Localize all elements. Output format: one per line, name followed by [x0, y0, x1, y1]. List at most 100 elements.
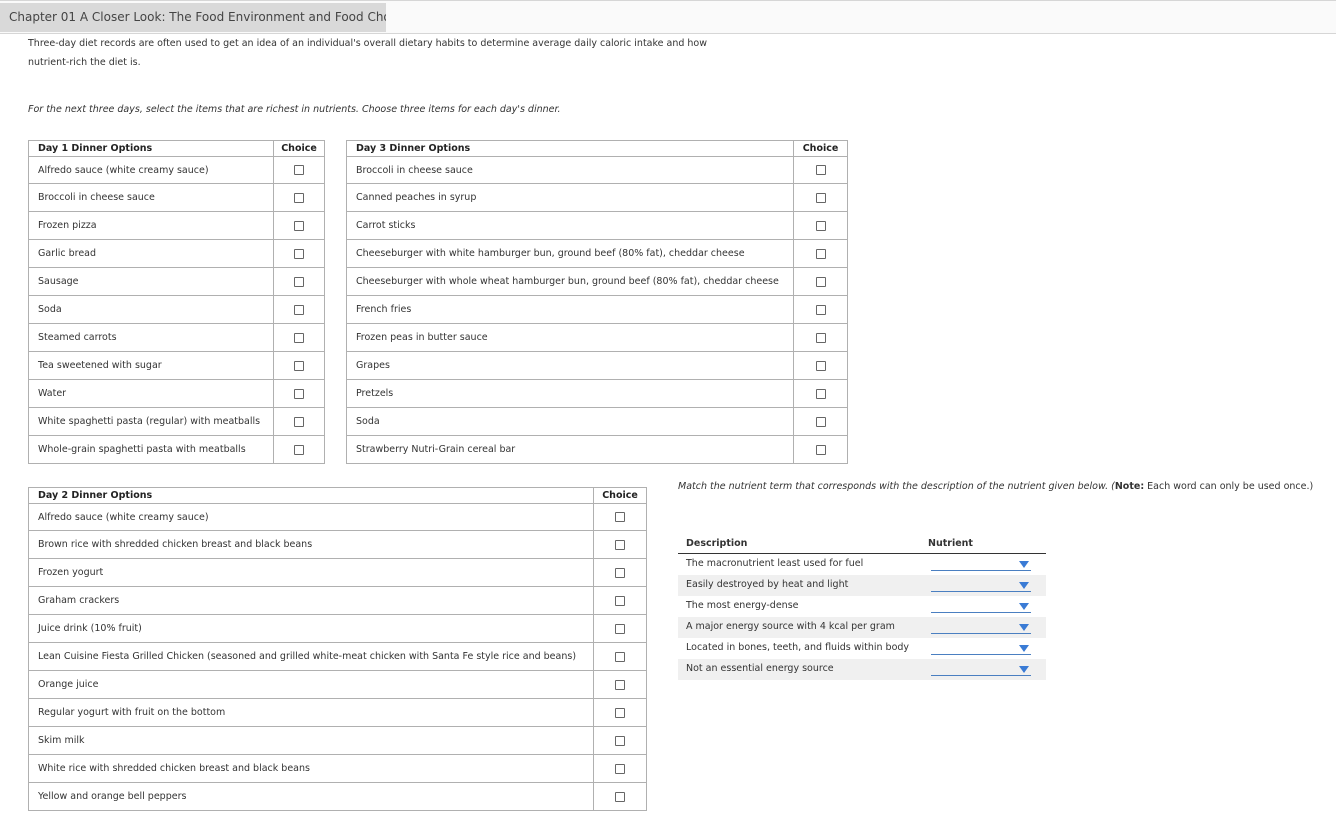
- day2-option-label: Orange juice: [28, 670, 594, 699]
- table-row: Frozen yogurt: [28, 558, 647, 587]
- day1-choice-cell: [273, 239, 325, 268]
- day1-choice-cell: [273, 267, 325, 296]
- day3-choice-checkbox[interactable]: [815, 360, 826, 371]
- nutrient-dropdown[interactable]: [931, 578, 1031, 592]
- day2-option-label: Yellow and orange bell peppers: [28, 782, 594, 811]
- day1-choice-checkbox[interactable]: [294, 220, 304, 231]
- nutrient-dropdown[interactable]: [931, 620, 1031, 634]
- table-row: Lean Cuisine Fiesta Grilled Chicken (sea…: [28, 642, 647, 671]
- day3-header: Day 3 Dinner Options: [346, 140, 794, 157]
- intro-line-2: nutrient-rich the diet is.: [28, 57, 141, 68]
- day2-choice-checkbox[interactable]: [615, 567, 625, 578]
- day3-option-label: Frozen peas in butter sauce: [346, 323, 794, 352]
- day3-choice-checkbox[interactable]: [815, 248, 826, 259]
- day2-choice-checkbox[interactable]: [615, 707, 625, 718]
- day1-choice-checkbox[interactable]: [294, 165, 304, 175]
- day2-choice-cell: [593, 642, 647, 671]
- day1-choice-checkbox[interactable]: [294, 444, 304, 455]
- day2-choice-checkbox[interactable]: [615, 512, 625, 522]
- table-row: French fries: [346, 295, 848, 324]
- nutrient-dropdown[interactable]: [931, 662, 1031, 676]
- match-description: Easily destroyed by heat and light: [686, 579, 849, 590]
- day1-header: Day 1 Dinner Options: [28, 140, 274, 157]
- day2-choice-checkbox[interactable]: [615, 595, 625, 606]
- day1-choice-cell: [273, 435, 325, 464]
- top-bar: Chapter 01 A Closer Look: The Food Envir…: [0, 0, 1336, 34]
- table-row: White spaghetti pasta (regular) with mea…: [28, 407, 325, 436]
- dropdown-arrow-icon[interactable]: [1019, 561, 1029, 568]
- day2-choice-cell: [593, 698, 647, 727]
- day3-choice-cell: [793, 183, 848, 212]
- day3-choice-checkbox[interactable]: [815, 192, 826, 203]
- day1-option-label: White spaghetti pasta (regular) with mea…: [28, 407, 274, 436]
- match-row: Located in bones, teeth, and fluids with…: [678, 638, 1046, 659]
- nutrient-dropdown[interactable]: [931, 641, 1031, 655]
- table-row: Yellow and orange bell peppers: [28, 782, 647, 811]
- day2-choice-checkbox[interactable]: [615, 679, 625, 690]
- nutrient-dropdown[interactable]: [931, 599, 1031, 613]
- day1-choice-checkbox[interactable]: [294, 192, 304, 203]
- day3-choice-checkbox[interactable]: [815, 165, 826, 175]
- table-row: Whole-grain spaghetti pasta with meatbal…: [28, 435, 325, 464]
- day1-choice-checkbox[interactable]: [294, 248, 304, 259]
- day3-choice-cell: [793, 295, 848, 324]
- day1-option-label: Soda: [28, 295, 274, 324]
- matching-header-row: Description Nutrient: [678, 536, 1046, 554]
- day3-choice-cell: [793, 407, 848, 436]
- nutrient-dropdown[interactable]: [931, 557, 1031, 571]
- day2-option-label: Alfredo sauce (white creamy sauce): [28, 503, 594, 531]
- match-description: Located in bones, teeth, and fluids with…: [686, 642, 910, 653]
- dropdown-arrow-icon[interactable]: [1019, 666, 1029, 673]
- match-row: A major energy source with 4 kcal per gr…: [678, 617, 1046, 638]
- day3-option-label: Cheeseburger with whole wheat hamburger …: [346, 267, 794, 296]
- day3-choice-cell: [793, 351, 848, 380]
- day3-choice-checkbox[interactable]: [815, 444, 826, 455]
- dropdown-arrow-icon[interactable]: [1019, 582, 1029, 589]
- day1-choice-checkbox[interactable]: [294, 360, 304, 371]
- day1-choice-cell: [273, 379, 325, 408]
- day2-option-label: Frozen yogurt: [28, 558, 594, 587]
- day1-choice-checkbox[interactable]: [294, 388, 304, 399]
- day3-choice-checkbox[interactable]: [815, 220, 826, 231]
- match-row: The most energy-dense: [678, 596, 1046, 617]
- dropdown-arrow-icon[interactable]: [1019, 624, 1029, 631]
- day1-choice-cell: [273, 183, 325, 212]
- day3-choice-cell: [793, 267, 848, 296]
- day3-choice-checkbox[interactable]: [815, 276, 826, 287]
- day2-choice-checkbox[interactable]: [615, 791, 625, 802]
- day1-option-label: Broccoli in cheese sauce: [28, 183, 274, 212]
- day2-choice-cell: [593, 503, 647, 531]
- day1-choice-checkbox[interactable]: [294, 416, 304, 427]
- day2-choice-checkbox[interactable]: [615, 735, 625, 746]
- day3-choice-checkbox[interactable]: [815, 416, 826, 427]
- table-row: Frozen pizza: [28, 211, 325, 240]
- match-row: The macronutrient least used for fuel: [678, 554, 1046, 575]
- table-row: Soda: [346, 407, 848, 436]
- day1-choice-checkbox[interactable]: [294, 332, 304, 343]
- match-instruction: Match the nutrient term that corresponds…: [678, 477, 1313, 496]
- day2-choice-cell: [593, 614, 647, 643]
- day3-choice-checkbox[interactable]: [815, 304, 826, 315]
- match-note-label: Note:: [1114, 481, 1145, 492]
- day1-option-label: Whole-grain spaghetti pasta with meatbal…: [28, 435, 274, 464]
- dropdown-arrow-icon[interactable]: [1019, 603, 1029, 610]
- day3-choice-checkbox[interactable]: [815, 388, 826, 399]
- table-row: Orange juice: [28, 670, 647, 699]
- match-note-text: Each word can only be used once.): [1144, 481, 1314, 492]
- day3-choice-checkbox[interactable]: [815, 332, 826, 343]
- table-row: White rice with shredded chicken breast …: [28, 754, 647, 783]
- day2-choice-checkbox[interactable]: [615, 651, 625, 662]
- match-description: Not an essential energy source: [686, 663, 834, 674]
- day2-choice-cell: [593, 726, 647, 755]
- dropdown-arrow-icon[interactable]: [1019, 645, 1029, 652]
- day2-choice-cell: [593, 586, 647, 615]
- day2-choice-checkbox[interactable]: [615, 763, 625, 774]
- day2-choice-cell: [593, 670, 647, 699]
- day1-choice-checkbox[interactable]: [294, 276, 304, 287]
- table-row: Garlic bread: [28, 239, 325, 268]
- day1-option-label: Garlic bread: [28, 239, 274, 268]
- day2-choice-checkbox[interactable]: [615, 539, 625, 550]
- day1-choice-checkbox[interactable]: [294, 304, 304, 315]
- day3-choice-cell: [793, 435, 848, 464]
- day2-choice-checkbox[interactable]: [615, 623, 625, 634]
